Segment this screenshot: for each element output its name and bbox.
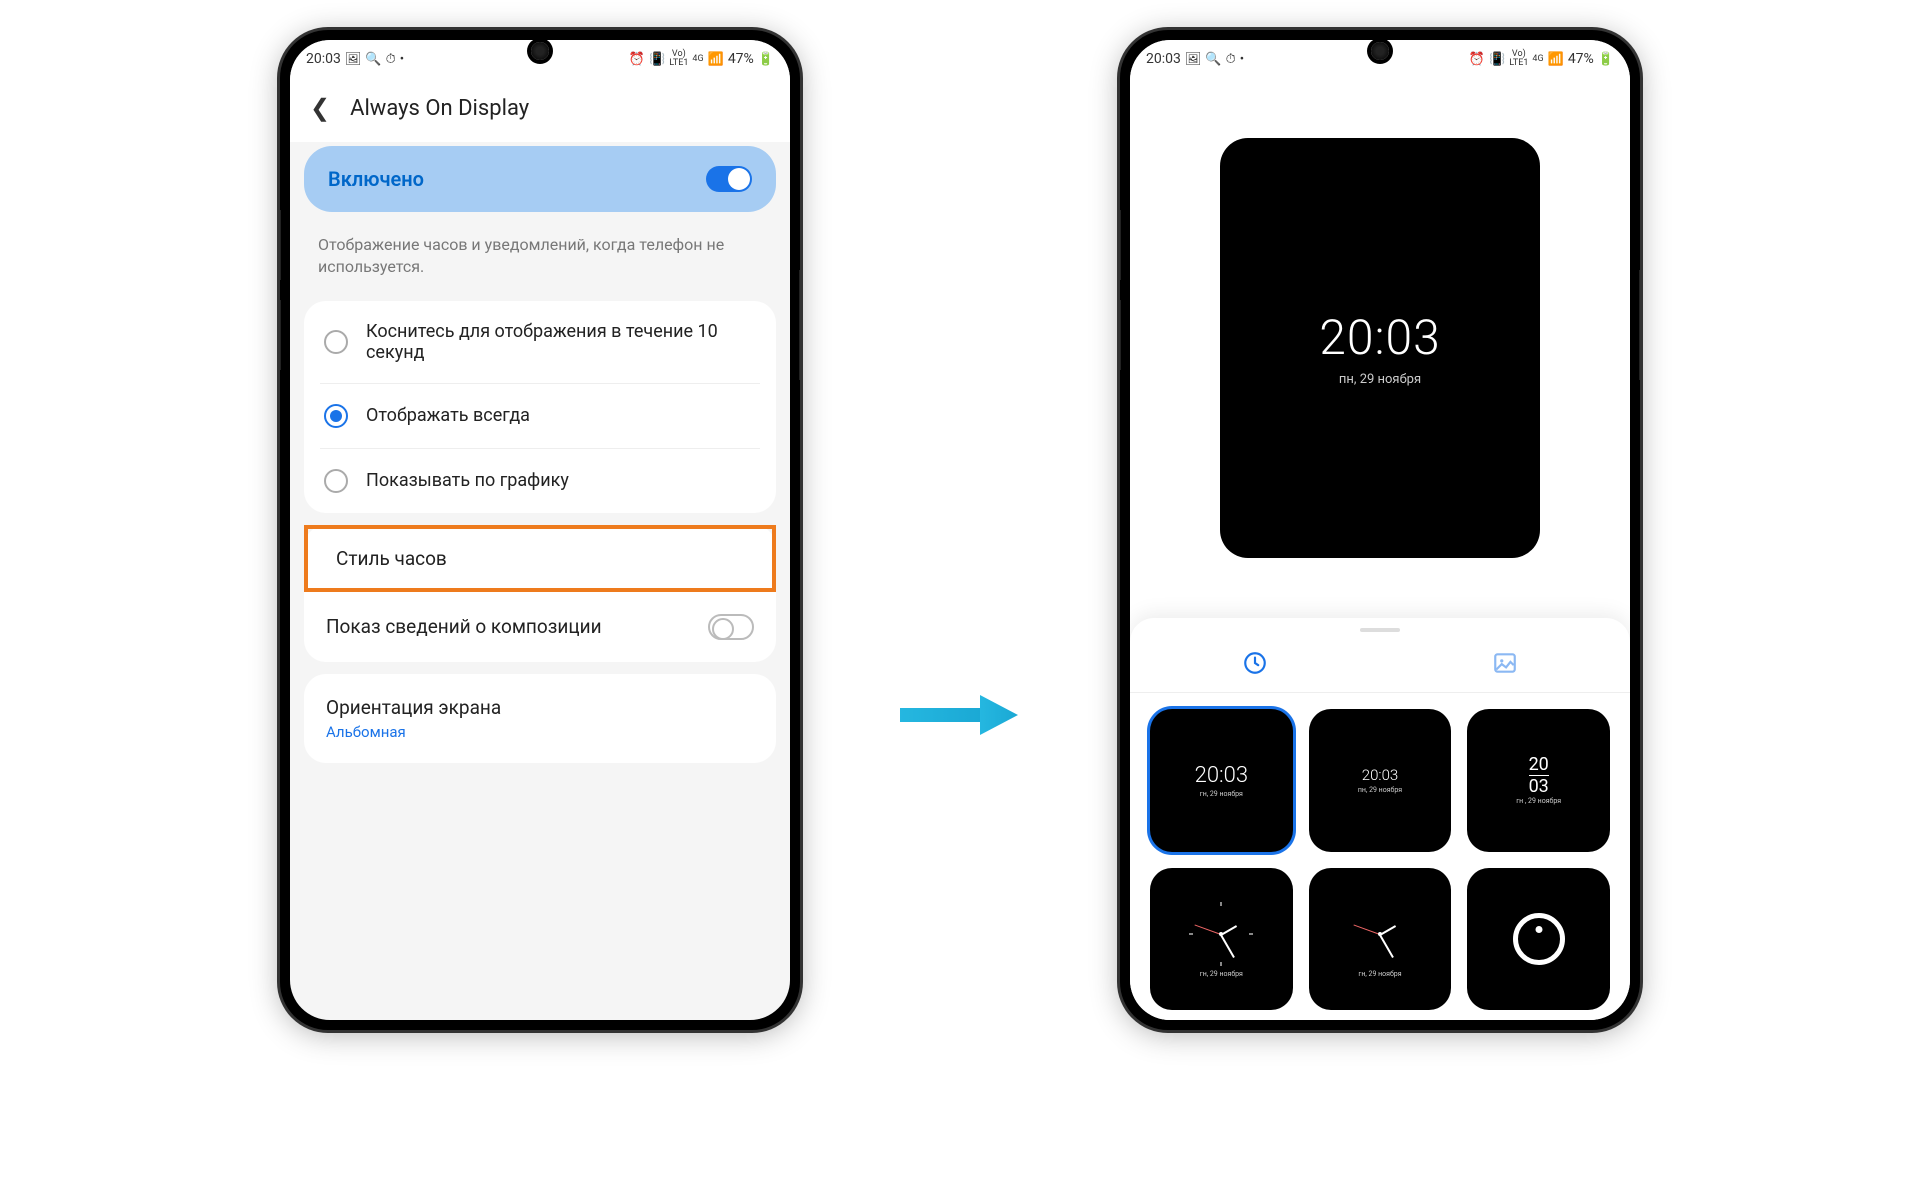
preview-time: 20:03 [1319, 309, 1441, 366]
phone-frame-left: 20:03 🖼 🔍 ⏱ • ⏰ 📳 Vo)LTE1 4G 📶 47% 🔋 ❮ A… [280, 30, 800, 1030]
signal-icon: 📶 [1548, 52, 1564, 67]
ring-clock-icon [1513, 913, 1565, 965]
master-toggle-row[interactable]: Включено [304, 146, 776, 212]
stopwatch-icon: ⏱ [386, 52, 396, 67]
orientation-card: Ориентация экрана Альбомная [304, 674, 776, 763]
dot-icon: • [400, 52, 404, 67]
gallery-icon: 🖼 [1185, 52, 1202, 67]
clock-style-label: Стиль часов [336, 547, 447, 570]
radio-tap-10s[interactable]: Коснитесь для отображения в течение 10 с… [320, 301, 760, 384]
search-icon: 🔍 [365, 52, 381, 67]
tile-date: гн , 29 ноября [1516, 797, 1561, 805]
battery-pct: 47% [1568, 51, 1594, 67]
composition-switch[interactable] [708, 614, 754, 640]
battery-pct: 47% [728, 51, 754, 67]
tab-image[interactable] [1490, 648, 1520, 678]
camera-hole [531, 42, 549, 60]
radio-label: Коснитесь для отображения в течение 10 с… [366, 321, 756, 363]
search-icon: 🔍 [1205, 52, 1221, 67]
composition-label: Показ сведений о композиции [326, 615, 602, 638]
vibrate-icon: 📳 [649, 52, 665, 67]
network-icon: 4G [1532, 55, 1543, 64]
alarm-icon: ⏰ [1469, 52, 1485, 67]
clock-icon [1242, 650, 1268, 676]
preview-area: 20:03 пн, 29 ноября [1130, 78, 1630, 618]
tile-time: 20:03 [1195, 763, 1248, 788]
tile-date: гн, 29 ноября [1200, 970, 1243, 978]
back-chevron-icon[interactable]: ❮ [310, 94, 330, 122]
phone-frame-right: 20:03 🖼 🔍 ⏱ • ⏰ 📳 Vo)LTE1 4G 📶 47% 🔋 20:… [1120, 30, 1640, 1030]
panel-drag-handle[interactable] [1360, 628, 1400, 632]
master-toggle-switch[interactable] [706, 166, 752, 192]
page-title: Always On Display [350, 96, 529, 121]
tab-clock[interactable] [1240, 648, 1270, 678]
orientation-label: Ориентация экрана [326, 696, 501, 719]
analog-clock-icon [1346, 900, 1414, 968]
tile-date: гн, 29 ноября [1200, 790, 1243, 798]
signal-icon: 📶 [708, 52, 724, 67]
camera-hole [1371, 42, 1389, 60]
composition-row[interactable]: Показ сведений о композиции [320, 592, 760, 662]
battery-icon: 🔋 [758, 52, 774, 67]
dot-icon: • [1240, 52, 1244, 67]
clock-style-digital-medium[interactable]: 20:03 пн, 29 ноября [1309, 709, 1452, 852]
radio-icon [324, 330, 348, 354]
clock-style-analog-modern[interactable]: гн, 29 ноября [1309, 868, 1452, 1011]
radio-icon [324, 404, 348, 428]
display-mode-card: Коснитесь для отображения в течение 10 с… [304, 301, 776, 513]
radio-label: Отображать всегда [366, 405, 530, 426]
image-icon [1492, 650, 1518, 676]
preview-date: пн, 29 ноября [1339, 372, 1421, 387]
network-icon: 4G [692, 55, 703, 64]
style-card: Стиль часов Показ сведений о композиции [304, 525, 776, 662]
orientation-row[interactable]: Ориентация экрана Альбомная [320, 674, 760, 763]
master-toggle-label: Включено [328, 167, 424, 191]
radio-label: Показывать по графику [366, 470, 569, 491]
status-time: 20:03 [306, 51, 341, 67]
clock-style-digital-vertical[interactable]: 20 03 гн , 29 ноября [1467, 709, 1610, 852]
vibrate-icon: 📳 [1489, 52, 1505, 67]
analog-clock-icon [1187, 900, 1255, 968]
panel-tabs [1130, 642, 1630, 693]
clock-style-ring[interactable] [1467, 868, 1610, 1011]
tile-date: гн, 29 ноября [1358, 970, 1401, 978]
tile-date: пн, 29 ноября [1358, 786, 1402, 794]
radio-icon [324, 469, 348, 493]
tile-time-vertical: 20 03 [1529, 756, 1549, 795]
alarm-icon: ⏰ [629, 52, 645, 67]
radio-always[interactable]: Отображать всегда [320, 384, 760, 449]
orientation-value: Альбомная [326, 723, 406, 741]
volte-icon: Vo)LTE1 [1509, 50, 1528, 68]
gallery-icon: 🖼 [345, 52, 362, 67]
clock-style-row[interactable]: Стиль часов [304, 525, 776, 592]
volte-icon: Vo)LTE1 [669, 50, 688, 68]
clock-style-analog-roman[interactable]: гн, 29 ноября [1150, 868, 1293, 1011]
style-picker-panel: 20:03 гн, 29 ноября 20:03 пн, 29 ноября … [1130, 618, 1630, 1020]
tile-time: 20:03 [1362, 766, 1398, 784]
page-header: ❮ Always On Display [290, 78, 790, 142]
battery-icon: 🔋 [1598, 52, 1614, 67]
radio-schedule[interactable]: Показывать по графику [320, 449, 760, 513]
flow-arrow-icon [900, 685, 1020, 749]
preview-aod: 20:03 пн, 29 ноября [1220, 138, 1540, 558]
description-text: Отображение часов и уведомлений, когда т… [304, 212, 776, 301]
stopwatch-icon: ⏱ [1226, 52, 1236, 67]
status-time: 20:03 [1146, 51, 1181, 67]
clock-style-digital-large[interactable]: 20:03 гн, 29 ноября [1150, 709, 1293, 852]
